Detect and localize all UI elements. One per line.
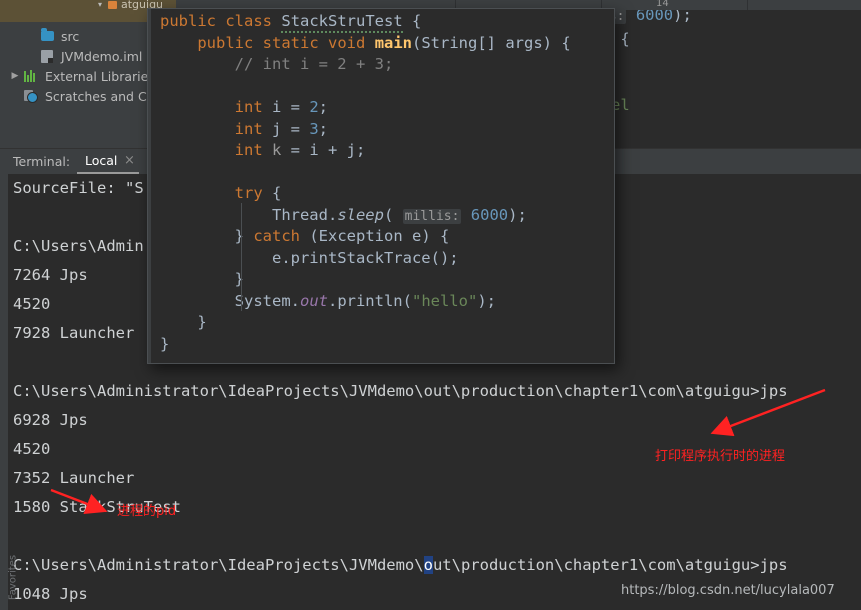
terminal-title: Terminal:: [13, 154, 71, 169]
popup-line-2: public static void main(String[] args) {: [197, 33, 571, 52]
popup-line-6: int j = 3;: [234, 119, 329, 138]
tree-item-label-src: src: [61, 28, 80, 44]
folder-icon: [38, 28, 56, 41]
package-icon: [108, 1, 117, 9]
popup-line-16: }: [160, 334, 170, 353]
popup-line-13: }: [160, 270, 244, 288]
status-line-number: 14: [656, 0, 669, 9]
scratches-icon: [22, 89, 40, 103]
prompt-before: C:\Users\Administrator\IdeaProjects\JVMd…: [13, 556, 424, 574]
watermark-url: https://blog.csdn.net/lucylala007: [621, 583, 835, 598]
popup-line-7: int k = i + j;: [234, 141, 366, 159]
close-icon[interactable]: ×: [124, 153, 135, 168]
tree-expander-icon[interactable]: ▾: [98, 0, 102, 9]
popup-line-3: // int i = 2 + 3;: [160, 55, 394, 73]
popup-line-10: Thread.sleep( millis: 6000);: [271, 205, 527, 224]
ide-window: Thread.sleep( millis: 6000); } catch (Ex…: [0, 0, 861, 610]
popup-line-5: int i = 2;: [234, 98, 329, 116]
process-running-annotation: 打印程序执行时的进程: [655, 449, 786, 464]
param-hint: millis:: [402, 208, 462, 224]
popup-line-15: }: [160, 313, 207, 331]
popup-line-11: } catch (Exception e) {: [160, 227, 450, 245]
favorites-tab-label[interactable]: Favorites: [8, 543, 19, 610]
prompt-after: ut\production\chapter1\com\atguigu>jps: [432, 556, 788, 574]
popup-gutter: [148, 9, 151, 363]
tree-item-label-scratches: Scratches and Con: [45, 88, 163, 104]
sleep-value: 6000: [470, 205, 509, 224]
code-preview-popup[interactable]: public class StackStruTest { public stat…: [147, 8, 615, 364]
external-libraries-icon: [22, 70, 40, 82]
terminal-prompt-line: C:\Users\Administrator\IdeaProjects\JVMd…: [0, 551, 861, 580]
process-pid-annotation: 进程的pid: [117, 504, 177, 519]
popup-line-1: public class StackStruTest {: [152, 11, 614, 33]
terminal-selection: o: [423, 556, 433, 574]
indent-guide: [241, 203, 242, 311]
left-tool-strip: Favorites: [0, 174, 19, 610]
iml-file-icon: [38, 49, 56, 63]
terminal-tab-local[interactable]: Local: [85, 153, 117, 168]
tree-item-label-external-libraries: External Libraries: [45, 68, 155, 84]
popup-line-12: e.printStackTrace();: [160, 248, 459, 267]
chevron-right-icon[interactable]: ▶: [8, 71, 22, 81]
popup-code-content[interactable]: public class StackStruTest { public stat…: [152, 11, 614, 363]
popup-line-4: [152, 76, 614, 98]
popup-line-8: [152, 162, 614, 184]
tree-item-label-iml: JVMdemo.iml: [61, 48, 143, 64]
popup-line-9: try {: [234, 184, 282, 202]
string-literal: "hello": [411, 291, 478, 310]
popup-line-14: System.out.println("hello");: [234, 291, 496, 310]
